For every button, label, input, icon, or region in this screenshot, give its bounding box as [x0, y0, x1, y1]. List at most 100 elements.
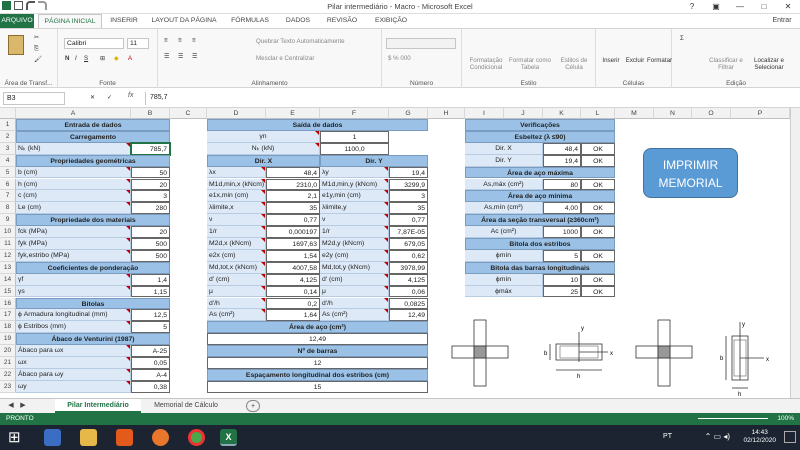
sheet-tab-memorial[interactable]: Memorial de Cálculo	[142, 399, 230, 413]
help-icon[interactable]: ?	[680, 0, 704, 14]
bit-est-header[interactable]: Bitola dos estribos	[465, 238, 615, 250]
saida-title[interactable]: Saída de dados	[207, 119, 428, 131]
mtx-label[interactable]: Md,tot,x (kNcm)	[207, 261, 266, 274]
fyk-label[interactable]: fyk (MPa)	[16, 238, 131, 250]
m2x-value[interactable]: 1697,63	[266, 238, 320, 250]
d1-label[interactable]: d' (cm)	[207, 273, 266, 286]
find-select-button[interactable]: Localizar e Selecionar	[748, 57, 790, 71]
scroll-right-icon[interactable]: ▶	[18, 399, 28, 413]
aby-label[interactable]: Ábaco para ωy	[16, 368, 131, 381]
e2y-label[interactable]: e2y (cm)	[320, 249, 389, 262]
wx-label[interactable]: ωx	[16, 357, 131, 369]
area-aco-header[interactable]: Área de aço (cm²)	[207, 321, 428, 334]
row-header-9[interactable]: 9	[0, 214, 16, 227]
espac-value[interactable]: 15	[207, 380, 428, 393]
dx-ok[interactable]: OK	[581, 142, 615, 155]
dy-label[interactable]: Dir. Y	[465, 154, 543, 167]
row-header-11[interactable]: 11	[0, 238, 16, 250]
column-header-C[interactable]: C	[170, 108, 207, 119]
row-header-22[interactable]: 22	[0, 368, 16, 381]
tab-data[interactable]: DADOS	[280, 14, 316, 28]
fyk-input[interactable]: 500	[131, 238, 170, 250]
dirx-header[interactable]: Dir. X	[207, 154, 320, 167]
row-header-12[interactable]: 12	[0, 249, 16, 262]
format-table-button[interactable]: Formatar como Tabela	[508, 57, 552, 71]
currency-icon[interactable]: $ % 000	[388, 55, 411, 62]
row-header-6[interactable]: 6	[0, 178, 16, 191]
ly-label[interactable]: λy	[320, 166, 389, 179]
column-header-F[interactable]: F	[320, 108, 389, 119]
d1-value[interactable]: 4,125	[266, 273, 320, 286]
excel-taskbar-icon[interactable]: X	[220, 429, 237, 446]
secao-header[interactable]: Área da seção transversal (≥360cm²)	[465, 214, 615, 227]
m1y-value[interactable]: 3299,9	[389, 178, 428, 191]
column-header-I[interactable]: I	[465, 108, 504, 119]
align-middle-icon[interactable]: ≡	[178, 37, 182, 44]
row-header-3[interactable]: 3	[0, 142, 16, 155]
saida-nk-label[interactable]: Nₖ (kN)	[207, 142, 320, 155]
nk-input[interactable]: 785,7	[130, 141, 171, 156]
tab-insert[interactable]: INSERIR	[106, 14, 142, 28]
tab-view[interactable]: EXIBIÇÃO	[368, 14, 414, 28]
e2x-label[interactable]: e2x (cm)	[207, 249, 266, 262]
bit-long-header[interactable]: Bitola das barras longitudinais	[465, 261, 615, 274]
esbeltez-header[interactable]: Esbeltez (λ ≤90)	[465, 130, 615, 143]
fck-input[interactable]: 20	[131, 226, 170, 238]
carregamento-header[interactable]: Carregamento	[16, 130, 170, 143]
row-header-5[interactable]: 5	[0, 166, 16, 179]
row-header-16[interactable]: 16	[0, 297, 16, 310]
v-value[interactable]: 0,77	[266, 214, 320, 227]
espac-header[interactable]: Espaçamento longitudinal dos estribos (c…	[207, 368, 428, 381]
italic-icon[interactable]: I	[75, 55, 77, 62]
bitolas-header[interactable]: Bitolas	[16, 297, 170, 310]
column-header-P[interactable]: P	[731, 108, 790, 119]
prop-mat-header[interactable]: Propriedade dos materiais	[16, 214, 170, 227]
gs-label[interactable]: γs	[16, 285, 131, 298]
area-aco-value[interactable]: 12,49	[207, 333, 428, 346]
d2-label[interactable]: d' (cm)	[320, 273, 389, 286]
as2-label[interactable]: As (cm²)	[320, 309, 389, 322]
lx-label[interactable]: λx	[207, 166, 266, 179]
dh1-value[interactable]: 0,2	[266, 297, 320, 310]
insert-button[interactable]: Inserir	[600, 57, 622, 64]
diry-header[interactable]: Dir. Y	[320, 154, 428, 167]
name-box[interactable]: B3	[3, 92, 65, 105]
pmin-label[interactable]: ϕmín	[465, 273, 543, 286]
phie-label[interactable]: ϕ Estribos (mm)	[16, 321, 131, 334]
h-input[interactable]: 20	[131, 178, 170, 191]
m1x-label[interactable]: M1d,min,x (kNcm)	[207, 178, 266, 191]
row-header-7[interactable]: 7	[0, 190, 16, 203]
sign-in-link[interactable]: Entrar	[768, 14, 796, 28]
abx-label[interactable]: Ábaco para ωx	[16, 345, 131, 357]
mu1-label[interactable]: μ	[207, 285, 266, 298]
pmin-value[interactable]: 10	[543, 273, 581, 286]
column-header-L[interactable]: L	[581, 108, 615, 119]
dx-label[interactable]: Dir. X	[465, 142, 543, 155]
abaco-header[interactable]: Ábaco de Venturini (1987)	[16, 333, 170, 346]
delete-button[interactable]: Excluir	[624, 57, 646, 64]
v2-value[interactable]: 0,77	[389, 214, 428, 227]
abx-input[interactable]: A-25	[131, 345, 170, 357]
row-header-1[interactable]: 1	[0, 119, 16, 131]
row-header-15[interactable]: 15	[0, 285, 16, 298]
copy-icon[interactable]: ⎘	[34, 45, 39, 52]
c-label[interactable]: c (cm)	[16, 190, 131, 203]
row-header-21[interactable]: 21	[0, 357, 16, 369]
m1x-value[interactable]: 2310,0	[266, 178, 320, 191]
nbarras-header[interactable]: Nº de barras	[207, 345, 428, 357]
column-header-D[interactable]: D	[207, 108, 266, 119]
row-header-8[interactable]: 8	[0, 202, 16, 215]
print-memorial-button[interactable]: IMPRIMIR MEMORIAL	[643, 148, 738, 198]
phimin-label[interactable]: ϕmín	[465, 249, 543, 262]
language-indicator[interactable]: PT	[663, 433, 672, 440]
asmax-label[interactable]: As,máx (cm²)	[465, 178, 543, 191]
format-painter-icon[interactable]: 🖌	[34, 56, 42, 63]
verif-title[interactable]: Verificações	[465, 119, 615, 131]
zoom-slider[interactable]	[698, 418, 768, 419]
wrap-text-button[interactable]: Quebrar Texto Automaticamente	[256, 38, 345, 45]
dh2-label[interactable]: d'/h	[320, 297, 389, 310]
cancel-icon[interactable]: ✕	[90, 94, 95, 101]
e1x-label[interactable]: e1x,min (cm)	[207, 190, 266, 203]
column-header-A[interactable]: A	[16, 108, 131, 119]
align-bottom-icon[interactable]: ≡	[192, 37, 196, 44]
